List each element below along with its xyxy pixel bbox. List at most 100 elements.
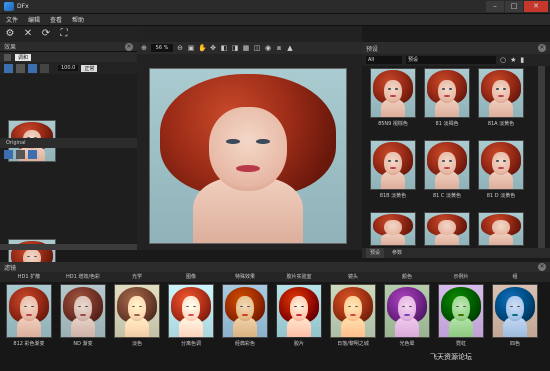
original-controls: [4, 150, 37, 159]
presets-scrollbar[interactable]: [538, 66, 545, 248]
close-panel-icon[interactable]: ✕: [125, 42, 133, 51]
original-lightning-icon[interactable]: [28, 150, 37, 159]
menu-help[interactable]: 帮助: [72, 15, 84, 24]
preset-thumb[interactable]: [424, 212, 470, 246]
presets-grid: 85N9 褪棕色 81 淡褐色 81A 淡黄色 81B 淡黄色 81 C 淡黄色…: [362, 66, 538, 248]
favorite-star-icon[interactable]: ★: [510, 56, 516, 64]
delete-icon[interactable]: ▮: [520, 56, 524, 64]
main-toolbar: ⚙ ✕ ⟳ ⛶: [0, 26, 137, 42]
preset-filter-select[interactable]: 预设: [406, 56, 496, 64]
category-tab[interactable]: 组: [490, 272, 540, 282]
preset-thumb[interactable]: [424, 140, 470, 190]
blend-mode-select[interactable]: 正常: [81, 64, 98, 72]
grid-icon[interactable]: ▦: [242, 44, 250, 52]
filter-thumb[interactable]: [276, 284, 322, 338]
move-icon[interactable]: ✥: [209, 44, 217, 52]
settings-gear-icon[interactable]: ⚙: [4, 28, 16, 40]
presets-filter-bar: All 预设 ○ ★ ▮: [362, 54, 550, 66]
search-icon[interactable]: ○: [500, 56, 506, 64]
filter-thumb[interactable]: [60, 284, 106, 338]
opacity-field[interactable]: 100.0: [58, 65, 79, 71]
lightning-icon[interactable]: [28, 63, 37, 73]
effects-panel-header: 效果 ✕: [0, 42, 137, 52]
category-tab[interactable]: 特殊效果: [220, 272, 270, 282]
presets-close-icon[interactable]: ✕: [538, 44, 546, 52]
filter-label: ND 渐变: [73, 341, 93, 347]
cancel-x-icon[interactable]: ✕: [22, 28, 34, 40]
category-tab[interactable]: 胶片实验室: [274, 272, 324, 282]
filter-categories: HD1 扩散 HD1 增效/色彩 光学 图像 特殊效果 胶片实验室 镜头 颜色 …: [0, 272, 550, 282]
filter-thumb[interactable]: [492, 284, 538, 338]
category-tab[interactable]: HD1 增效/色彩: [58, 272, 108, 282]
menu-file[interactable]: 文件: [6, 15, 18, 24]
crop-icon[interactable]: ⧈: [275, 44, 283, 52]
filter-label: 四色: [509, 341, 520, 347]
menu-view[interactable]: 查看: [50, 15, 62, 24]
maximize-button[interactable]: □: [505, 1, 523, 12]
app-logo-icon: [4, 2, 14, 11]
original-brush-icon[interactable]: [4, 150, 13, 159]
filter-thumb[interactable]: [222, 284, 268, 338]
presets-header: 预设 ✕: [362, 42, 550, 54]
fullscreen-icon[interactable]: ⛶: [58, 28, 70, 40]
filter-label: 胶片: [293, 341, 304, 347]
compare-icon[interactable]: ◨: [231, 44, 239, 52]
zoom-value[interactable]: 56 %: [151, 44, 173, 52]
preset-label: 81A 淡黄色: [487, 121, 515, 127]
preset-thumb[interactable]: [478, 140, 524, 190]
tab-parameters[interactable]: 参数: [388, 248, 406, 258]
window-controls: – □ ✕: [486, 1, 548, 12]
preset-thumb[interactable]: [478, 68, 524, 118]
mask2-icon[interactable]: [40, 63, 49, 73]
preset-label: 81 淡褐色: [435, 121, 459, 127]
mask-icon[interactable]: [16, 63, 25, 73]
filter-thumb[interactable]: [6, 284, 52, 338]
filters-title: 滤镜: [4, 264, 17, 272]
preset-thumb[interactable]: [478, 212, 524, 246]
original-mask-icon[interactable]: [16, 150, 25, 159]
category-tab[interactable]: 图像: [166, 272, 216, 282]
camera-icon[interactable]: ◉: [264, 44, 272, 52]
preset-label: 81 D 淡黄色: [486, 193, 516, 199]
minimize-button[interactable]: –: [486, 1, 504, 12]
tab-presets[interactable]: 预设: [366, 248, 385, 258]
category-select[interactable]: All: [366, 56, 402, 64]
filter-label: 日落/黎明之城: [337, 341, 369, 347]
preset-thumb[interactable]: [370, 140, 416, 190]
filter-label: 分离色调: [180, 341, 201, 347]
preset-thumb[interactable]: [370, 212, 416, 246]
filters-close-icon[interactable]: ✕: [538, 263, 546, 271]
title-bar: DFx – □ ✕: [0, 0, 550, 14]
zoom-out-icon[interactable]: ⊖: [176, 44, 184, 52]
filter-thumb[interactable]: [168, 284, 214, 338]
filter-thumb[interactable]: [330, 284, 376, 338]
menu-bar: 文件 编辑 查看 帮助: [0, 14, 550, 26]
refresh-icon[interactable]: ⟳: [40, 28, 52, 40]
category-tab[interactable]: 光学: [112, 272, 162, 282]
brush-icon[interactable]: [4, 63, 13, 73]
preset-thumb[interactable]: [424, 68, 470, 118]
layer-icon: [4, 53, 11, 61]
filter-thumb[interactable]: [114, 284, 160, 338]
filter-thumb[interactable]: [384, 284, 430, 338]
close-window-button[interactable]: ✕: [524, 1, 548, 12]
layer-name[interactable]: 调和: [15, 53, 32, 61]
category-tab[interactable]: 颜色: [382, 272, 432, 282]
category-tab[interactable]: HD1 扩散: [4, 272, 54, 282]
preset-label: 85N9 褪棕色: [378, 121, 408, 127]
split-view-icon[interactable]: ◧: [220, 44, 228, 52]
histogram-icon[interactable]: ▲: [286, 44, 294, 52]
presets-tabs: 预设 参数: [362, 248, 550, 258]
menu-edit[interactable]: 编辑: [28, 15, 40, 24]
category-tab[interactable]: 示例片: [436, 272, 486, 282]
preset-thumb[interactable]: [370, 68, 416, 118]
hand-icon[interactable]: ✋: [198, 44, 207, 52]
filter-thumb[interactable]: [438, 284, 484, 338]
fit-icon[interactable]: ▣: [187, 44, 195, 52]
category-tab[interactable]: 镜头: [328, 272, 378, 282]
left-scrollbar[interactable]: [0, 244, 137, 250]
filter-label: 经典彩色: [234, 341, 255, 347]
snapshot-icon[interactable]: ◫: [253, 44, 261, 52]
zoom-in-icon[interactable]: ⊕: [140, 44, 148, 52]
filters-header: 滤镜 ✕: [0, 262, 550, 272]
